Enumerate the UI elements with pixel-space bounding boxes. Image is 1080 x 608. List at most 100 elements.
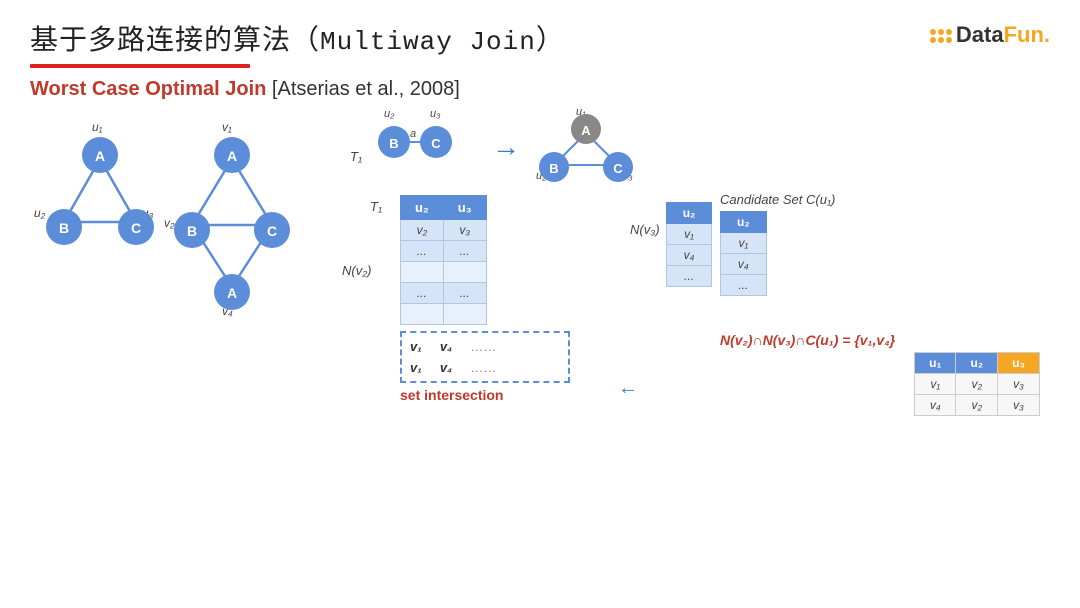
cell-v3: v₃ (443, 220, 486, 241)
intersection-formula: N(v₂)∩N(v₃)∩C(u₁) = {v₁,v₄} (720, 332, 895, 348)
bac-graph: T₁ u₂ u₃ a B C (350, 107, 480, 187)
result-row-1: v₁ v₂ v₃ (915, 374, 1040, 395)
svg-text:T₁: T₁ (350, 149, 362, 164)
svg-text:C: C (613, 161, 623, 176)
svg-text:A: A (227, 285, 237, 301)
cand-v1: v₁ (721, 233, 767, 254)
u1-label: u₁ (92, 120, 103, 134)
dashed-row-2: v₁ v₄ …… (402, 357, 568, 378)
title-mono: Multiway Join (320, 27, 536, 57)
logo-dot (946, 37, 952, 43)
cell-dots2: ... (443, 283, 486, 304)
logo-text: DataFun. (956, 22, 1050, 48)
logo-text-orange: Fun. (1004, 22, 1050, 47)
val-v1: v₁ (410, 339, 422, 354)
graph2: v₁ v₂ v₃ v₄ A B C A (160, 117, 320, 322)
svg-text:C: C (431, 136, 441, 151)
row-dots-2: …… (470, 360, 496, 375)
svg-text:A: A (581, 123, 591, 138)
t1-label: T₁ (370, 199, 382, 214)
res-v2: v₂ (956, 374, 998, 395)
subtitle: Worst Case Optimal Join [Atserias et al.… (0, 78, 1080, 101)
res-v2b: v₂ (956, 395, 998, 416)
cell-dots: ... (443, 241, 486, 262)
svg-text:u₂: u₂ (384, 108, 395, 120)
col-u2: u₂ (401, 196, 444, 220)
page-title: 基于多路连接的算法（Multiway Join） (30, 18, 565, 58)
nv3-header: u₂ (666, 203, 712, 224)
cell-empty2 (401, 304, 444, 325)
candidate-label: Candidate Set C(u₁) (720, 192, 835, 207)
join-table-wrapper: T₁ N(v₂) u₂ u₃ v₂ v₃ ... (400, 195, 620, 403)
graph1: u₁ u₂ u₃ A B C (30, 117, 170, 282)
logo-dot (938, 29, 944, 35)
cell-dots2: ... (401, 283, 444, 304)
right-area: N(v₃) u₂ v₁ v₄ ... Candidate Set C(u₁) u… (630, 192, 1050, 537)
result-table-wrapper: u₁ u₂ u₃ v₁ v₂ v₃ v₄ v₂ v₃ (914, 352, 1040, 416)
u2-label: u₂ (34, 206, 46, 220)
graph1-svg: u₁ u₂ u₃ A B C (30, 117, 170, 277)
result-row-2: v₄ v₂ v₃ (915, 395, 1040, 416)
logo: DataFun. (930, 22, 1050, 48)
logo-dot (930, 29, 936, 35)
left-graphs: u₁ u₂ u₃ A B C v₁ v₂ v₃ (30, 117, 330, 537)
val-v4: v₄ (440, 339, 452, 354)
cell-dots: ... (401, 241, 444, 262)
svg-text:C: C (131, 220, 141, 236)
svg-text:a: a (410, 128, 416, 140)
nv3-row: ... (666, 266, 712, 287)
logo-dots (930, 29, 952, 43)
logo-text-dark: ata (972, 22, 1004, 47)
row-dots: …… (470, 339, 496, 354)
subtitle-bold: Worst Case Optimal Join (30, 78, 266, 100)
logo-dot (938, 37, 944, 43)
cell-empty2 (443, 304, 486, 325)
red-underline-bar (30, 64, 250, 68)
join-table: u₂ u₃ v₂ v₃ ... ... (400, 195, 487, 325)
cand-row: v₄ (721, 254, 767, 275)
logo-dark: D (956, 22, 972, 47)
result-col-u2: u₂ (956, 353, 998, 374)
table-row: ... ... (401, 241, 487, 262)
cell-empty (401, 262, 444, 283)
center-area: T₁ u₂ u₃ a B C → u₁ (340, 107, 620, 537)
cand-header: u₂ (721, 212, 767, 233)
title-cn-end: ） (536, 24, 565, 55)
res-v3b: v₃ (998, 395, 1040, 416)
nv3-v4: v₄ (666, 245, 712, 266)
val-v1-2: v₁ (410, 360, 422, 375)
candidate-set: Candidate Set C(u₁) u₂ v₁ v₄ ... (720, 192, 835, 296)
nv2-label: N(v₂) (342, 263, 372, 278)
table-row: ... ... (401, 283, 487, 304)
nv3-dots: ... (666, 266, 712, 287)
cand-row: v₁ (721, 233, 767, 254)
cand-v4: v₄ (721, 254, 767, 275)
svg-text:v₁: v₁ (222, 120, 232, 134)
nv3-table: u₂ v₁ v₄ ... (666, 202, 713, 287)
res-v3: v₃ (998, 374, 1040, 395)
graph2-svg: v₁ v₂ v₃ v₄ A B C A (160, 117, 320, 317)
subtitle-normal: [Atserias et al., 2008] (266, 78, 459, 100)
nv3-area: N(v₃) u₂ v₁ v₄ ... (630, 202, 712, 287)
logo-dot (946, 29, 952, 35)
nv3-label: N(v₃) (630, 222, 660, 237)
nv3-row: v₁ (666, 224, 712, 245)
res-v1: v₁ (915, 374, 956, 395)
svg-text:B: B (187, 223, 197, 239)
set-intersection-label: set intersection (400, 387, 620, 403)
result-graph-top: u₁ u₂ u₃ A B C (532, 107, 652, 187)
arrow-right: → (492, 131, 520, 163)
table-row (401, 304, 487, 325)
join-diagram-top: T₁ u₂ u₃ a B C → u₁ (350, 107, 620, 187)
dashed-box: v₁ v₄ …… v₁ v₄ …… (400, 331, 570, 383)
result-col-u1: u₁ (915, 353, 956, 374)
cell-v2: v₂ (401, 220, 444, 241)
dashed-row-1: v₁ v₄ …… (402, 336, 568, 357)
result-table: u₁ u₂ u₃ v₁ v₂ v₃ v₄ v₂ v₃ (914, 352, 1040, 416)
title-cn-start: 基于多路连接的算法（ (30, 24, 320, 55)
logo-dot (930, 37, 936, 43)
val-v4-2: v₄ (440, 360, 452, 375)
candidate-table: u₂ v₁ v₄ ... (720, 211, 767, 296)
nv3-v1: v₁ (666, 224, 712, 245)
result-col-u3: u₃ (998, 353, 1040, 374)
